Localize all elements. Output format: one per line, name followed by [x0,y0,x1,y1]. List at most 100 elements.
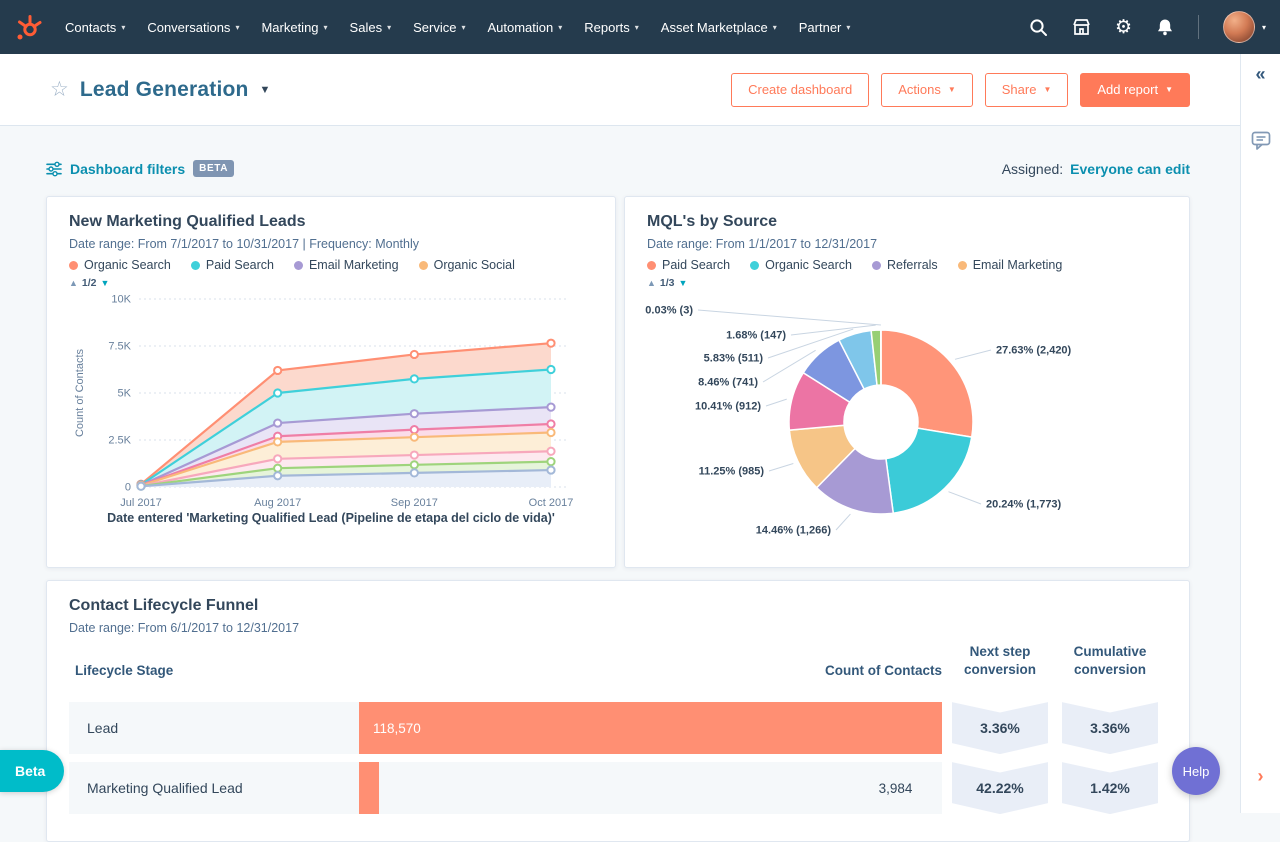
search-icon[interactable] [1029,18,1048,37]
funnel-header-row: Lifecycle Stage Count of Contacts Next s… [69,643,1167,678]
chevron-down-icon: ▾ [235,23,240,32]
chevron-down-icon: ▾ [387,23,392,32]
legend-dot [957,260,967,270]
nav-item-marketing[interactable]: Marketing ▾ [250,0,338,54]
nav-menu: Contacts ▾ Conversations ▾ Marketing ▾ Sales ▾ S… [54,0,861,54]
report-card-mqls-by-source: MQL's by Source Date range: From 1/1/201… [624,196,1190,568]
comments-icon[interactable] [1251,131,1271,155]
nav-item-service[interactable]: Service ▾ [402,0,476,54]
nav-item-contacts[interactable]: Contacts ▾ [54,0,136,54]
nav-divider [1197,15,1199,39]
nav-item-label: Marketing [261,19,319,35]
pager-up-icon[interactable]: ▲ [647,278,656,288]
nav-item-label: Partner [798,19,842,35]
legend-dot [647,260,656,270]
beta-badge: BETA [193,160,235,177]
report-date-range: Date range: From 1/1/2017 to 12/31/2017 [647,237,878,251]
account-menu[interactable]: ▾ [1222,11,1266,43]
legend-item[interactable]: Referrals [871,258,938,272]
filter-sliders-icon [46,161,62,176]
nav-item-reports[interactable]: Reports ▾ [573,0,650,54]
chevron-down-icon: ▼ [1043,85,1052,94]
area-chart: 0 2.5K 5K 7.5K 10K Jul 2017 Aug 2017 Sep 2017 Oc… [74,294,574,510]
legend-item[interactable]: Organic Search [750,258,852,272]
column-header-next-step: Next step conversion [963,644,1037,677]
funnel-row: Lead 118,570 3.36% 3.36% [69,702,1167,755]
share-button[interactable]: Share ▼ [984,72,1069,107]
svg-text:10K: 10K [111,294,131,306]
chevron-down-icon: ▼ [1165,85,1173,94]
right-rail: « › [1240,54,1280,813]
chevron-down-icon: ▾ [634,23,639,32]
legend-item[interactable]: Paid Search [190,258,274,272]
svg-text:14.46% (1,266): 14.46% (1,266) [756,525,832,537]
create-dashboard-button[interactable]: Create dashboard [731,72,870,107]
nav-item-conversations[interactable]: Conversations ▾ [136,0,250,54]
nav-item-label: Reports [584,19,630,35]
nav-item-asset-marketplace[interactable]: Asset Marketplace ▾ [650,0,788,54]
nav-actions: ⚙ ▾ [1029,11,1266,43]
svg-text:20.24% (1,773): 20.24% (1,773) [986,499,1062,511]
pager-down-icon[interactable]: ▼ [679,278,688,288]
notifications-bell-icon[interactable] [1156,18,1174,36]
legend-item[interactable]: Organic Search [69,258,171,272]
report-date-range: Date range: From 6/1/2017 to 12/31/2017 [69,621,300,635]
legend-item[interactable]: Email Marketing [957,258,1063,272]
hubspot-logo-icon[interactable] [14,13,42,41]
legend-item[interactable]: Paid Search [647,258,730,272]
dashboard-switcher-caret-icon[interactable]: ▼ [260,84,271,96]
funnel-count: 118,570 [373,720,421,736]
funnel-count: 3,984 [878,780,913,796]
svg-text:Oct 2017: Oct 2017 [529,497,574,509]
legend-label: Email Marketing [972,258,1063,272]
nav-item-partner[interactable]: Partner ▾ [788,0,862,54]
avatar[interactable] [1222,11,1255,43]
next-step-conversion-badge: 42.22% [952,762,1048,815]
svg-text:0: 0 [125,482,131,494]
beta-pill-button[interactable]: Beta [0,750,65,792]
page-title: Lead Generation [79,77,249,101]
legend-label: Referrals [886,258,938,272]
actions-label: Actions [898,82,941,97]
report-title: New Marketing Qualified Leads [69,213,306,230]
x-axis-title: Date entered 'Marketing Qualified Lead (… [107,511,555,525]
legend-item[interactable]: Organic Social [418,258,515,272]
funnel-bar[interactable]: 118,570 [359,702,942,755]
legend-item[interactable]: Email Marketing [293,258,399,272]
funnel-bar-track: 118,570 [359,702,942,755]
marketplace-icon[interactable] [1072,18,1091,36]
add-report-button[interactable]: Add report ▼ [1080,72,1190,107]
svg-text:0.03% (3): 0.03% (3) [645,305,693,317]
chevron-down-icon: ▾ [121,23,126,32]
nav-item-sales[interactable]: Sales ▾ [339,0,403,54]
assigned-value-link[interactable]: Everyone can edit [1070,161,1190,177]
report-title: Contact Lifecycle Funnel [69,597,259,614]
pager-value: 1/3 [659,277,675,289]
dashboard-filters-label: Dashboard filters [70,160,186,177]
pager-up-icon[interactable]: ▲ [69,278,78,288]
report-title: MQL's by Source [647,213,778,230]
favorite-star-icon[interactable]: ☆ [50,79,69,100]
expand-panel-icon[interactable]: › [1258,766,1264,787]
assigned-label: Assigned: [1001,160,1064,177]
column-header-lifecycle-stage: Lifecycle Stage [75,663,174,679]
svg-text:1.68% (147): 1.68% (147) [726,330,786,342]
chart-legend: Paid Search Organic Search Referrals Email … [647,258,1167,272]
settings-gear-icon[interactable]: ⚙ [1115,17,1132,37]
collapse-panel-icon[interactable]: « [1255,64,1265,85]
svg-text:10.41% (912): 10.41% (912) [695,401,761,413]
actions-button[interactable]: Actions ▼ [881,72,973,107]
legend-pager: ▲ 1/3 ▼ [647,277,1167,289]
column-header-cumulative: Cumulative conversion [1073,644,1147,677]
nav-item-label: Asset Marketplace [660,19,768,35]
assigned-info: Assigned: Everyone can edit [1002,161,1190,177]
legend-dot [190,260,200,270]
dashboard-filters-toggle[interactable]: Dashboard filters BETA [46,160,235,177]
nav-item-automation[interactable]: Automation ▾ [476,0,573,54]
pager-down-icon[interactable]: ▼ [101,278,110,288]
svg-text:Jul 2017: Jul 2017 [120,497,162,509]
legend-label: Organic Search [765,258,852,272]
cumulative-conversion-badge: 3.36% [1062,702,1158,755]
funnel-bar[interactable] [359,762,379,815]
help-button[interactable]: Help [1172,747,1220,795]
